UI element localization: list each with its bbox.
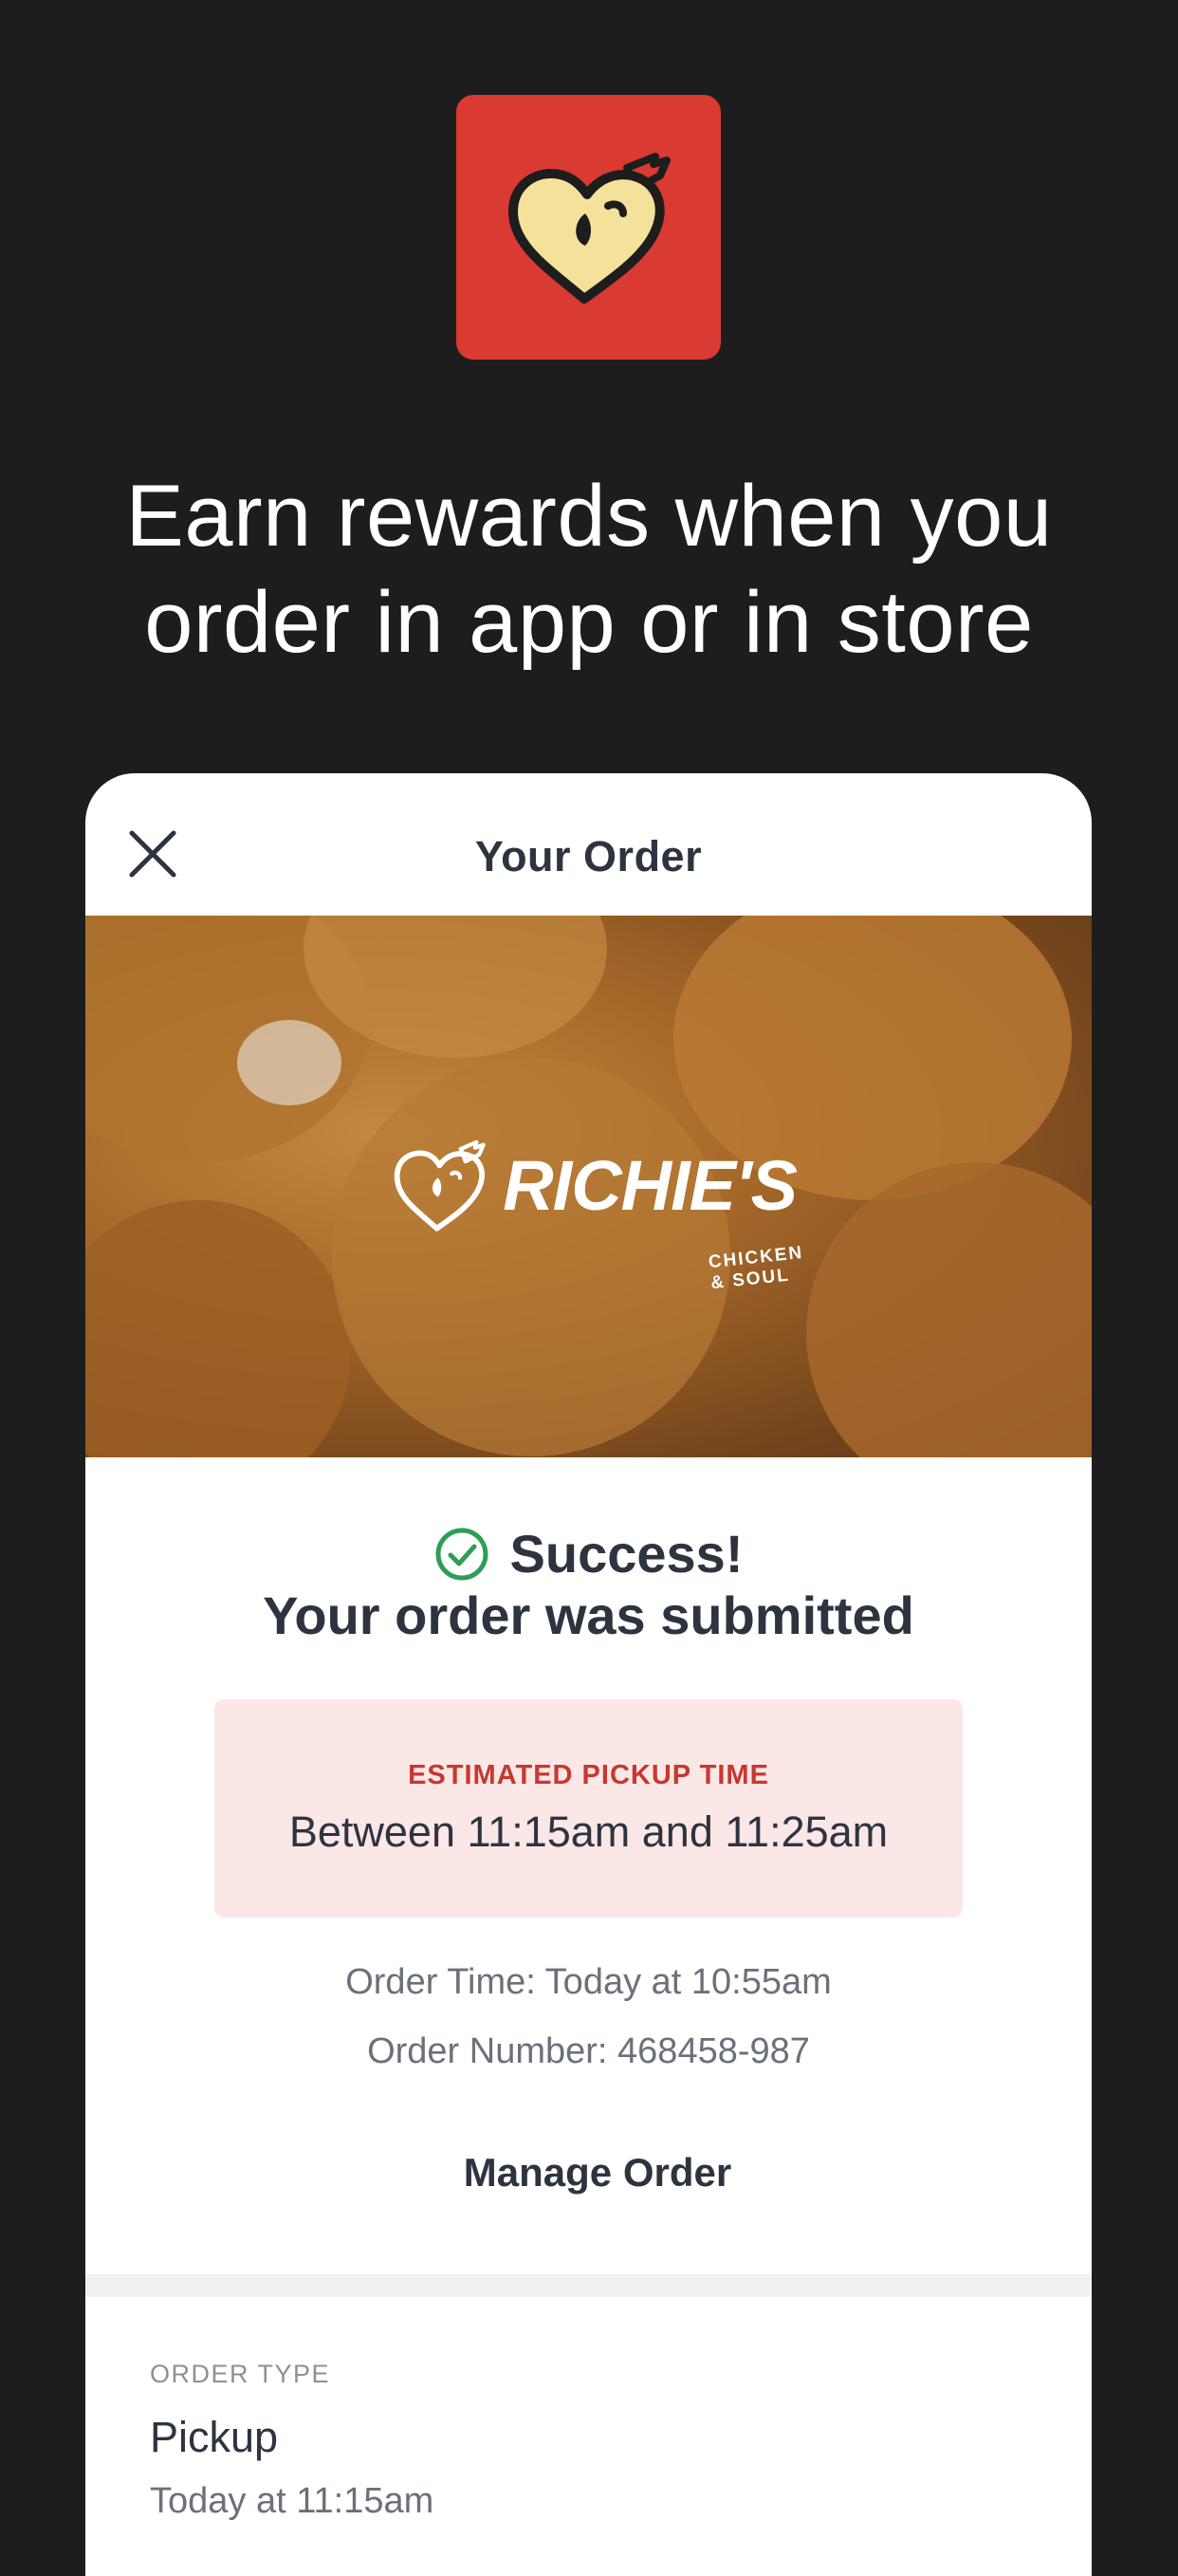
success-row: Success! [85,1523,1092,1585]
order-time: Order Time: Today at 10:55am [345,1962,832,2002]
pickup-time-value: Between 11:15am and 11:25am [288,1807,889,1856]
promo-headline-line1: Earn rewards when you [125,468,1053,565]
order-card-title: Your Order [474,832,703,880]
manage-order-button[interactable]: Manage Order [446,2140,749,2206]
order-number: Order Number: 468458-987 [367,2031,810,2071]
brand-tagline: CHICKEN & SOUL [708,1242,805,1294]
promo-headline-line2: order in app or in store [144,574,1034,671]
promo-headline: Earn rewards when you order in app or in… [0,463,1178,676]
brand-name: RICHIE'S [503,1146,798,1225]
app-icon [456,95,721,360]
check-circle-icon [435,1528,488,1580]
success-headline: Success! [509,1524,744,1584]
section-divider [85,2274,1092,2297]
order-card-header: Your Order [85,773,1092,916]
order-card: Your Order RICHIE'S CHICKEN & SOUL Succe… [85,773,1092,2576]
heart-chicken-logo-icon [507,152,671,304]
pickup-time-label: ESTIMATED PICKUP TIME [408,1760,769,1790]
brand-heart-icon [394,1140,486,1232]
order-type-label: ORDER TYPE [150,2360,331,2388]
order-type-value: Pickup [150,2413,279,2461]
pickup-time-box: ESTIMATED PICKUP TIME Between 11:15am an… [214,1699,963,1918]
order-type-time: Today at 11:15am [150,2481,434,2521]
hero-image: RICHIE'S CHICKEN & SOUL [85,916,1092,1457]
brand-logo: RICHIE'S CHICKEN & SOUL [389,1115,804,1293]
success-subheadline: Your order was submitted [263,1585,914,1645]
